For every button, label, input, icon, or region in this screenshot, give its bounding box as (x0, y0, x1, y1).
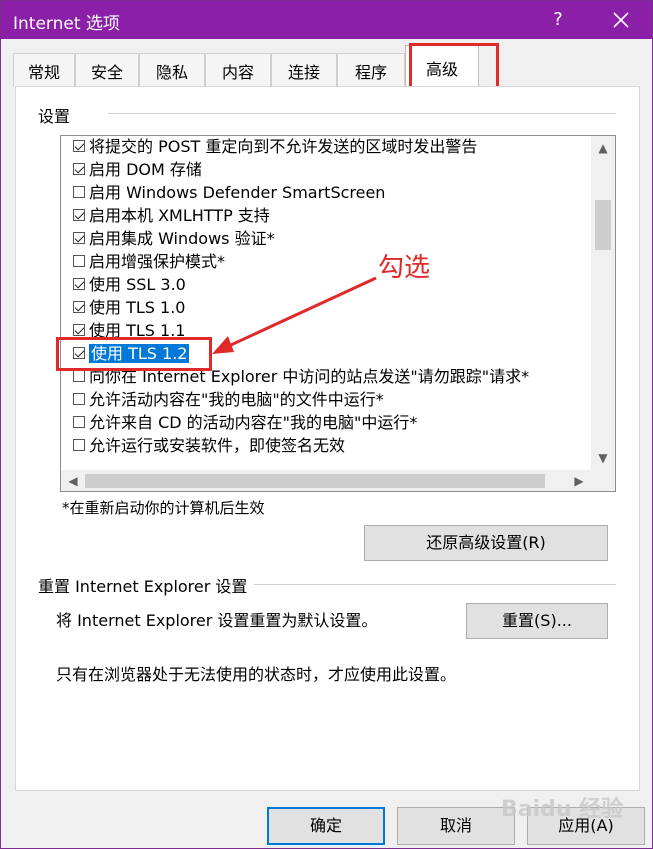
watermark: Baidu 经验 (501, 797, 624, 822)
setting-invalid-signature[interactable]: 允许运行或安装软件，即使签名无效 (73, 434, 345, 457)
horizontal-scroll-thumb[interactable] (85, 474, 545, 488)
scroll-corner (591, 470, 615, 491)
tab-connections[interactable]: 连接 (271, 53, 337, 86)
setting-ssl-3-0[interactable]: 使用 SSL 3.0 (73, 273, 186, 296)
reset-group-divider (254, 584, 616, 585)
checkbox-unchecked[interactable] (73, 438, 85, 451)
reset-description: 将 Internet Explorer 设置重置为默认设置。 (56, 611, 378, 630)
scroll-right-icon[interactable]: ▶ (567, 469, 591, 491)
checkbox-checked[interactable] (73, 277, 85, 290)
advanced-panel: 设置 将提交的 POST 重定向到不允许发送的区域时发出警告 启用 DOM 存储… (15, 86, 640, 791)
checkbox-checked[interactable] (73, 139, 85, 152)
checkbox-checked[interactable] (73, 231, 85, 244)
checkbox-unchecked[interactable] (73, 369, 85, 382)
reset-group-label: 重置 Internet Explorer 设置 (38, 577, 248, 596)
restart-note: *在重新启动你的计算机后生效 (62, 499, 265, 517)
close-icon (613, 12, 629, 28)
setting-enhanced-protected-mode[interactable]: 启用增强保护模式* (73, 250, 225, 273)
setting-do-not-track[interactable]: 向你在 Internet Explorer 中访问的站点发送"请勿跟踪"请求* (73, 365, 529, 388)
tab-general[interactable]: 常规 (13, 53, 75, 86)
help-button[interactable]: ? (541, 5, 575, 35)
reset-button[interactable]: 重置(S)... (466, 603, 608, 639)
setting-post-redirect-warning[interactable]: 将提交的 POST 重定向到不允许发送的区域时发出警告 (73, 136, 477, 158)
scroll-up-icon[interactable]: ▲ (591, 136, 615, 160)
close-button[interactable] (601, 5, 641, 35)
setting-active-content-my-computer[interactable]: 允许活动内容在"我的电脑"的文件中运行* (73, 388, 384, 411)
ok-button[interactable]: 确定 (267, 807, 385, 845)
annotation-arrow-icon (212, 276, 377, 354)
scroll-left-icon[interactable]: ◀ (61, 469, 85, 491)
vertical-scrollbar[interactable]: ▲ ▼ (591, 136, 615, 470)
tab-content[interactable]: 内容 (205, 53, 271, 86)
reset-note: 只有在浏览器处于无法使用的状态时，才应使用此设置。 (56, 665, 457, 684)
setting-smartscreen[interactable]: 启用 Windows Defender SmartScreen (73, 181, 385, 204)
scroll-down-icon[interactable]: ▼ (591, 446, 615, 470)
checkbox-checked[interactable] (73, 162, 85, 175)
checkbox-unchecked[interactable] (73, 415, 85, 428)
tab-advanced[interactable]: 高级 (405, 45, 479, 87)
checkbox-checked[interactable] (73, 300, 85, 313)
title-bar[interactable]: Internet 选项 ? (1, 1, 652, 39)
checkbox-unchecked[interactable] (73, 185, 85, 198)
setting-tls-1-0[interactable]: 使用 TLS 1.0 (73, 296, 185, 319)
checkbox-checked[interactable] (73, 346, 85, 359)
tab-programs[interactable]: 程序 (337, 53, 405, 86)
checkbox-unchecked[interactable] (73, 254, 85, 267)
settings-group-divider (108, 113, 616, 114)
tab-security[interactable]: 安全 (75, 53, 139, 86)
window-title: Internet 选项 (13, 14, 120, 34)
checkbox-unchecked[interactable] (73, 392, 85, 405)
setting-dom-storage[interactable]: 启用 DOM 存储 (73, 158, 202, 181)
tab-privacy[interactable]: 隐私 (139, 53, 205, 86)
restore-advanced-settings-button[interactable]: 还原高级设置(R) (364, 525, 608, 561)
internet-options-window: Internet 选项 ? 常规 安全 隐私 内容 连接 程序 高级 设置 将提… (0, 0, 653, 849)
tab-bar: 常规 安全 隐私 内容 连接 程序 高级 (1, 39, 652, 87)
settings-group-label: 设置 (38, 107, 71, 126)
setting-tls-1-1[interactable]: 使用 TLS 1.1 (73, 319, 185, 342)
vertical-scroll-thumb[interactable] (595, 200, 611, 250)
setting-active-content-cd[interactable]: 允许来自 CD 的活动内容在"我的电脑"中运行* (73, 411, 417, 434)
checkbox-checked[interactable] (73, 208, 85, 221)
checkbox-checked[interactable] (73, 323, 85, 336)
setting-integrated-windows-auth[interactable]: 启用集成 Windows 验证* (73, 227, 275, 250)
setting-tls-1-2[interactable]: 使用 TLS 1.2 (73, 342, 190, 365)
horizontal-scrollbar[interactable]: ◀ ▶ (61, 469, 591, 491)
cancel-button[interactable]: 取消 (397, 807, 515, 845)
setting-native-xmlhttp[interactable]: 启用本机 XMLHTTP 支持 (73, 204, 270, 227)
